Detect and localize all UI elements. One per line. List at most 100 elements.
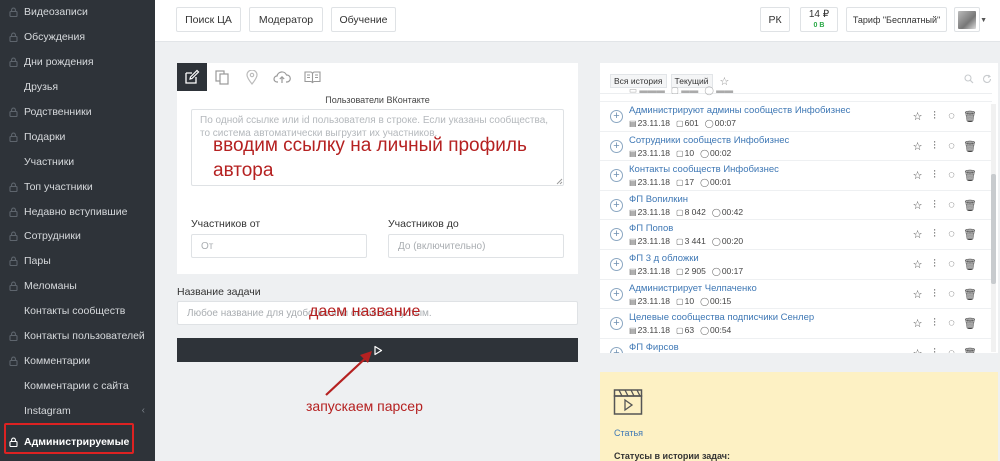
star-icon[interactable]: ☆ (912, 169, 923, 182)
plus-circle-icon[interactable]: + (610, 258, 623, 271)
members-from-input[interactable]: От (191, 234, 367, 258)
plus-circle-icon[interactable]: + (610, 110, 623, 123)
copy-icon[interactable] (207, 63, 237, 91)
star-icon[interactable]: ☆ (912, 317, 923, 330)
annotation-arrow (325, 351, 372, 396)
sidebar-item[interactable]: Контакты пользователей (0, 324, 155, 349)
comment-icon[interactable]: ◌ (946, 228, 957, 241)
filter-sliders-icon[interactable]: ⫶ (929, 228, 940, 241)
plus-circle-icon[interactable]: + (610, 198, 623, 212)
balance-widget[interactable]: 14 ₽ 0 B (800, 7, 838, 32)
star-icon[interactable]: ☆ (912, 228, 923, 241)
comment-icon[interactable]: ◌ (946, 169, 957, 182)
filter-sliders-icon[interactable]: ⫶ (929, 140, 940, 153)
edit-icon[interactable] (177, 63, 207, 91)
sidebar-item[interactable]: Комментарии с сайта (0, 373, 155, 398)
plus-circle-icon[interactable]: + (610, 228, 623, 242)
trash-icon[interactable]: 🗑 (963, 199, 977, 212)
filter-sliders-icon[interactable]: ⫶ (929, 258, 940, 271)
star-icon[interactable]: ☆ (912, 347, 923, 353)
star-icon[interactable]: ☆ (912, 258, 923, 271)
history-time: 00:54 (710, 325, 732, 336)
history-scrollbar[interactable] (991, 104, 996, 352)
history-task-name[interactable]: Контакты сообществ Инфобизнес (629, 164, 779, 175)
sidebar-item[interactable]: Видеозаписи (0, 0, 155, 25)
star-icon[interactable]: ☆ (912, 110, 923, 123)
cloud-upload-icon[interactable] (267, 63, 297, 91)
filter-sliders-icon[interactable]: ⫶ (929, 317, 940, 330)
star-icon[interactable]: ☆ (912, 288, 923, 301)
comment-icon[interactable]: ◌ (946, 347, 957, 353)
history-task-name[interactable]: Сотрудники сообществ Инфобизнес (629, 135, 789, 146)
members-to-input[interactable]: До (включительно) (388, 234, 564, 258)
sidebar-item[interactable]: Дни рождения (0, 50, 155, 75)
star-icon[interactable]: ☆ (912, 199, 923, 212)
history-count: 10 (684, 147, 695, 158)
pk-button[interactable]: РК (760, 7, 790, 32)
trash-icon[interactable]: 🗑 (963, 347, 977, 353)
sidebar-item[interactable]: Топ участники (0, 174, 155, 199)
tariff-button[interactable]: Тариф "Бесплатный" (846, 7, 947, 32)
history-task-name[interactable]: ФП Вопилкин (629, 194, 688, 205)
plus-circle-icon[interactable]: + (610, 139, 623, 153)
filter-sliders-icon[interactable]: ⫶ (929, 110, 940, 123)
sidebar-item[interactable]: Комментарии (0, 348, 155, 373)
filter-sliders-icon[interactable]: ⫶ (929, 288, 940, 301)
lock-icon (8, 437, 18, 448)
history-count: 63 (684, 325, 695, 336)
trash-icon[interactable]: 🗑 (963, 228, 977, 241)
filter-sliders-icon[interactable]: ⫶ (929, 199, 940, 212)
sidebar-item[interactable]: Недавно вступившие (0, 199, 155, 224)
resize-handle-icon[interactable] (556, 178, 563, 185)
article-link[interactable]: Статья (614, 428, 643, 438)
sidebar-item[interactable]: Сотрудники (0, 224, 155, 249)
search-audience-button[interactable]: Поиск ЦА (176, 7, 241, 32)
collapse-chevron-icon[interactable]: ‹ (142, 405, 145, 416)
comment-icon[interactable]: ◌ (946, 317, 957, 330)
history-task-name[interactable]: ФП Попов (629, 223, 673, 234)
history-task-name[interactable]: Администрирует Челпаченко (629, 283, 757, 294)
sidebar-item[interactable]: Instagram ‹ (0, 398, 155, 423)
comment-icon[interactable]: ◌ (946, 199, 957, 212)
sidebar-item[interactable]: Друзья (0, 75, 155, 100)
lock-icon (8, 256, 18, 267)
moderator-button[interactable]: Модератор (249, 7, 323, 32)
history-task-name[interactable]: ФП 3 д обложки (629, 253, 699, 264)
comment-icon[interactable]: ◌ (946, 288, 957, 301)
comment-icon[interactable]: ◌ (946, 140, 957, 153)
sidebar-item[interactable]: Обсуждения (0, 25, 155, 50)
trash-icon[interactable]: 🗑 (963, 140, 977, 153)
sidebar-item[interactable]: Подарки (0, 124, 155, 149)
trash-icon[interactable]: 🗑 (963, 317, 977, 330)
trash-icon[interactable]: 🗑 (963, 258, 977, 271)
sidebar-item[interactable]: Родственники (0, 100, 155, 125)
history-task-name[interactable]: Администрируют админы сообществ Инфобизн… (629, 105, 850, 116)
sidebar-item[interactable]: Контакты сообществ (0, 299, 155, 324)
scrollbar-thumb[interactable] (991, 174, 996, 284)
video-clapper-icon (613, 389, 643, 415)
sidebar-item[interactable]: Меломаны (0, 274, 155, 299)
sidebar-item-administered[interactable]: Администрируемые (0, 430, 155, 455)
comment-icon[interactable]: ◌ (946, 110, 957, 123)
history-task-name[interactable]: ФП Фирсов (629, 342, 679, 353)
book-icon[interactable] (297, 63, 327, 91)
sidebar-list: Видеозаписи Обсуждения Дни рождения Друзья Р… (0, 0, 155, 423)
trash-icon[interactable]: 🗑 (963, 288, 977, 301)
filter-sliders-icon[interactable]: ⫶ (929, 169, 940, 182)
history-task-name[interactable]: Целевые сообщества подписчики Сенлер (629, 312, 814, 323)
balance-rub: 14 ₽ (808, 9, 830, 20)
sidebar-item[interactable]: Пары (0, 249, 155, 274)
plus-circle-icon[interactable]: + (610, 287, 623, 301)
plus-circle-icon[interactable]: + (610, 317, 623, 331)
map-pin-icon[interactable] (237, 63, 267, 91)
star-icon[interactable]: ☆ (912, 140, 923, 153)
plus-circle-icon[interactable]: + (610, 169, 623, 183)
comment-icon[interactable]: ◌ (946, 258, 957, 271)
trash-icon[interactable]: 🗑 (963, 110, 977, 123)
filter-sliders-icon[interactable]: ⫶ (929, 347, 940, 353)
trash-icon[interactable]: 🗑 (963, 169, 977, 182)
sidebar-item[interactable]: Участники (0, 149, 155, 174)
avatar[interactable]: ▼ (954, 7, 987, 32)
training-button[interactable]: Обучение (331, 7, 396, 32)
plus-circle-icon[interactable]: + (610, 346, 623, 353)
